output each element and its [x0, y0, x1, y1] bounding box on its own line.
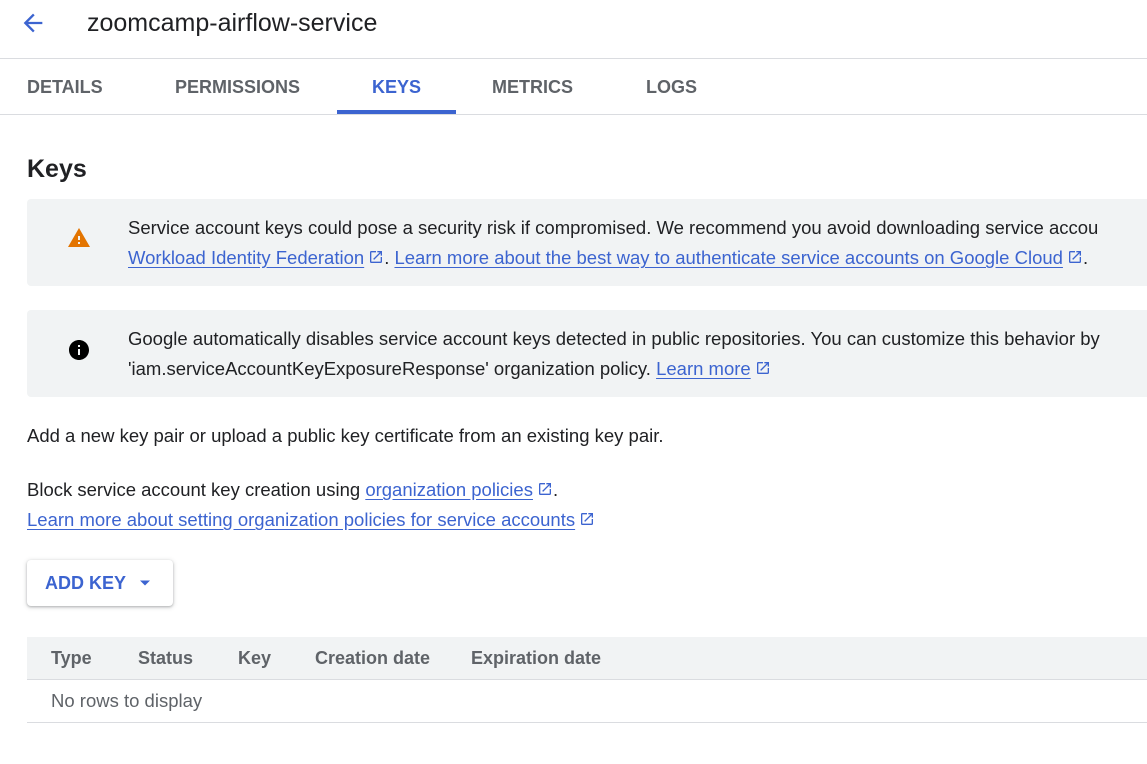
arrow-back-icon [23, 13, 43, 33]
warning-end: . [1082, 247, 1089, 268]
section-title: Keys [27, 155, 87, 183]
tab-permissions[interactable]: PERMISSIONS [175, 59, 300, 114]
page-title: zoomcamp-airflow-service [87, 9, 378, 37]
external-link-icon [581, 513, 594, 525]
authenticate-learn-more-link[interactable]: Learn more about the best way to authent… [394, 247, 1062, 268]
external-link-icon [538, 483, 551, 495]
info-learn-more-link[interactable]: Learn more [656, 358, 751, 379]
block-key-text: Block service account key creation using… [27, 475, 595, 535]
warning-banner: Service account keys could pose a securi… [27, 199, 1147, 286]
column-header-key[interactable]: Key [238, 637, 271, 679]
tab-bar: DETAILS PERMISSIONS KEYS METRICS LOGS [0, 59, 1147, 115]
org-policies-learn-more-link[interactable]: Learn more about setting organization po… [27, 509, 575, 530]
tab-metrics[interactable]: METRICS [492, 59, 573, 114]
tab-logs[interactable]: LOGS [646, 59, 697, 114]
info-banner: Google automatically disables service ac… [27, 310, 1147, 397]
column-header-creation-date[interactable]: Creation date [315, 637, 430, 679]
block-key-suffix: . [552, 479, 559, 500]
info-text-line1: Google automatically disables service ac… [128, 328, 1100, 349]
arrow-drop-down-icon [140, 580, 151, 586]
keys-table: Type Status Key Creation date Expiration… [27, 637, 1147, 723]
tab-keys[interactable]: KEYS [337, 59, 456, 114]
add-key-label: ADD KEY [45, 572, 127, 593]
intro-text: Add a new key pair or upload a public ke… [27, 425, 664, 446]
column-header-expiration-date[interactable]: Expiration date [471, 637, 601, 679]
info-text-line2: 'iam.serviceAccountKeyExposureResponse' … [128, 358, 651, 379]
workload-identity-link[interactable]: Workload Identity Federation [128, 247, 364, 268]
active-tab-indicator [337, 110, 456, 114]
warning-icon [68, 228, 90, 247]
table-header: Type Status Key Creation date Expiration… [27, 637, 1147, 680]
column-header-type[interactable]: Type [51, 637, 92, 679]
organization-policies-link[interactable]: organization policies [365, 479, 533, 500]
external-link-icon [756, 362, 769, 374]
warning-separator: . [384, 247, 390, 268]
column-header-status[interactable]: Status [138, 637, 193, 679]
add-key-button[interactable]: ADD KEY [27, 560, 173, 606]
back-button[interactable] [16, 6, 50, 40]
block-key-prefix: Block service account key creation using [27, 479, 361, 500]
tab-details[interactable]: DETAILS [27, 59, 103, 114]
external-link-icon [370, 251, 383, 263]
empty-table-message: No rows to display [27, 680, 1147, 723]
info-icon [69, 340, 89, 360]
warning-text: Service account keys could pose a securi… [128, 217, 1099, 238]
external-link-icon [1068, 251, 1081, 263]
page-header: zoomcamp-airflow-service [0, 0, 1147, 59]
